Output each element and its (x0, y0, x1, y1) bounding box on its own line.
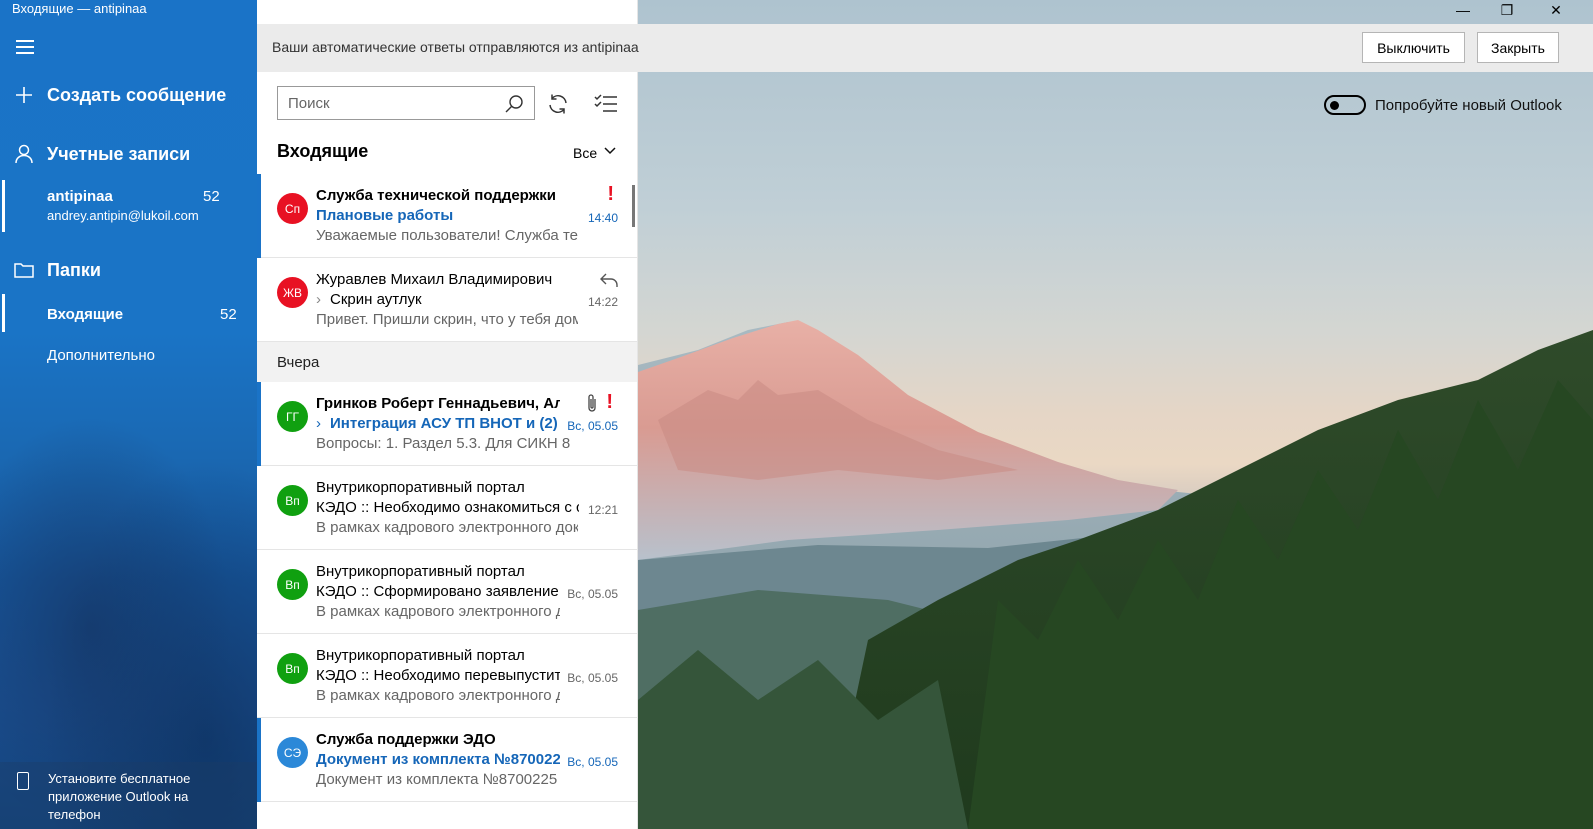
auto-reply-notification-bar: Ваши автоматические ответы отправляются … (257, 24, 1593, 72)
navigation-pane: Входящие — antipinaa Создать сообщение У… (0, 0, 257, 829)
message-subject-row: › Скрин аутлук (316, 291, 566, 308)
message-time: Вс, 05.05 (567, 755, 618, 769)
sync-icon[interactable] (546, 92, 570, 116)
avatar: ГГ (277, 401, 308, 432)
message-item[interactable]: Вп Внутрикорпоративный портал КЭДО :: Сф… (257, 550, 637, 634)
account-selection-bar (2, 180, 5, 232)
paperclip-icon (588, 394, 596, 412)
accounts-label: Учетные записи (47, 144, 191, 164)
message-preview: В рамках кадрового электронного доку (316, 519, 578, 536)
select-mode-icon[interactable] (594, 93, 618, 115)
filter-label: Все (573, 145, 598, 161)
hamburger-menu-icon[interactable] (16, 40, 34, 54)
folders-label: Папки (47, 260, 101, 280)
message-item[interactable]: Вп Внутрикорпоративный портал КЭДО :: Не… (257, 634, 637, 718)
try-new-outlook-toggle-row: Попробуйте новый Outlook (1324, 94, 1562, 116)
message-preview: В рамках кадрового электронного д (316, 603, 560, 620)
person-icon (15, 144, 33, 164)
message-subject: Плановые работы (316, 207, 454, 224)
close-window-button[interactable]: ✕ (1546, 2, 1566, 19)
message-preview: Привет. Пришли скрин, что у тебя дом (316, 311, 578, 328)
avatar: Вп (277, 653, 308, 684)
account-name: antipinaa (47, 188, 113, 205)
message-time: Вс, 05.05 (567, 671, 618, 685)
importance-icon: ! (607, 183, 614, 205)
message-sender: Внутрикорпоративный портал (316, 563, 525, 580)
message-sender: Служба поддержки ЭДО (316, 731, 496, 748)
message-preview: Документ из комплекта №8700225 і (316, 771, 560, 788)
account-unread-count: 52 (203, 188, 220, 205)
message-sender: Внутрикорпоративный портал (316, 647, 525, 664)
group-header-label: Вчера (277, 354, 320, 371)
notification-text: Ваши автоматические ответы отправляются … (272, 39, 639, 55)
message-time: 14:40 (587, 211, 618, 225)
unread-indicator (257, 382, 261, 466)
search-input[interactable]: Поиск (277, 86, 535, 120)
message-subject: Интеграция АСУ ТП ВНОТ и (2) (330, 415, 558, 432)
message-time: 12:21 (587, 503, 618, 517)
message-preview: В рамках кадрового электронного д (316, 687, 560, 704)
list-title: Входящие (277, 141, 369, 161)
message-time: 14:22 (587, 295, 618, 309)
message-subject: КЭДО :: Сформировано заявление н (316, 583, 560, 600)
unread-indicator (257, 174, 261, 258)
account-email: andrey.antipin@lukoil.com (47, 208, 199, 223)
promo-text: Установите бесплатное приложение Outlook… (48, 771, 191, 822)
window-title: Входящие — antipinaa (12, 1, 147, 16)
try-new-outlook-toggle[interactable] (1324, 95, 1366, 115)
accounts-button[interactable]: Учетные записи (0, 140, 257, 170)
importance-icon: ! (606, 391, 613, 413)
message-sender: Служба технической поддержки (316, 187, 557, 204)
chevron-right-icon: › (316, 291, 321, 308)
scrollbar-thumb[interactable] (632, 185, 635, 227)
message-sender: Журавлев Михаил Владимирович (316, 271, 553, 288)
unread-indicator (257, 718, 261, 802)
background-landscape-image (638, 320, 1593, 829)
try-new-outlook-label: Попробуйте новый Outlook (1375, 96, 1562, 114)
message-sender: Гринков Роберт Геннадьевич, Алек (316, 395, 560, 412)
new-message-label: Создать сообщение (47, 85, 227, 105)
folders-button[interactable]: Папки (0, 256, 257, 286)
replied-icon (600, 273, 618, 287)
chevron-right-icon: › (316, 415, 321, 432)
message-preview: Уважаемые пользователи! Служба техн (316, 227, 578, 244)
chevron-down-icon (604, 147, 616, 155)
close-notification-button[interactable]: Закрыть (1477, 32, 1559, 63)
reading-pane: Попробуйте новый Outlook (638, 0, 1593, 829)
plus-icon (16, 87, 32, 103)
folder-selection-bar (2, 294, 5, 332)
search-icon[interactable] (504, 94, 524, 114)
message-item[interactable]: Вп Внутрикорпоративный портал КЭДО :: Не… (257, 466, 637, 550)
message-subject: КЭДО :: Необходимо перевыпустить (316, 667, 560, 684)
search-placeholder: Поиск (288, 95, 330, 112)
message-item[interactable]: СЭ Служба поддержки ЭДО Документ из комп… (257, 718, 637, 802)
turn-off-button[interactable]: Выключить (1362, 32, 1465, 63)
message-time: Вс, 05.05 (567, 419, 618, 433)
message-time: Вс, 05.05 (567, 587, 618, 601)
minimize-button[interactable]: — (1453, 2, 1473, 18)
message-list-pane: Поиск Входящие Все Сп Служба технической… (257, 0, 638, 829)
message-item[interactable]: ЖВ Журавлев Михаил Владимирович › Скрин а… (257, 258, 637, 342)
folder-icon (14, 263, 34, 278)
message-preview: Вопросы: 1. Раздел 5.3. Для СИКН 8 (316, 435, 571, 452)
message-subject: КЭДО :: Необходимо ознакомиться с се (316, 499, 579, 516)
new-message-button[interactable]: Создать сообщение (0, 80, 257, 114)
message-sender: Внутрикорпоративный портал (316, 479, 525, 496)
avatar: Вп (277, 485, 308, 516)
message-item[interactable]: ГГ Гринков Роберт Геннадьевич, Алек › Инт… (257, 382, 637, 466)
avatar: Вп (277, 569, 308, 600)
phone-icon (17, 772, 29, 790)
folder-item-more[interactable]: Дополнительно (47, 347, 155, 364)
avatar: ЖВ (277, 277, 308, 308)
folder-inbox-label: Входящие (47, 306, 124, 323)
message-item[interactable]: Сп Служба технической поддержки Плановые… (257, 174, 637, 258)
message-subject: Документ из комплекта №8700225 (316, 751, 560, 768)
restore-button[interactable]: ❐ (1497, 2, 1517, 19)
avatar: Сп (277, 193, 308, 224)
folder-inbox-count: 52 (220, 306, 237, 323)
avatar: СЭ (277, 737, 308, 768)
message-subject-row: › Интеграция АСУ ТП ВНОТ и (2) (316, 415, 562, 432)
message-subject: Скрин аутлук (330, 291, 422, 308)
